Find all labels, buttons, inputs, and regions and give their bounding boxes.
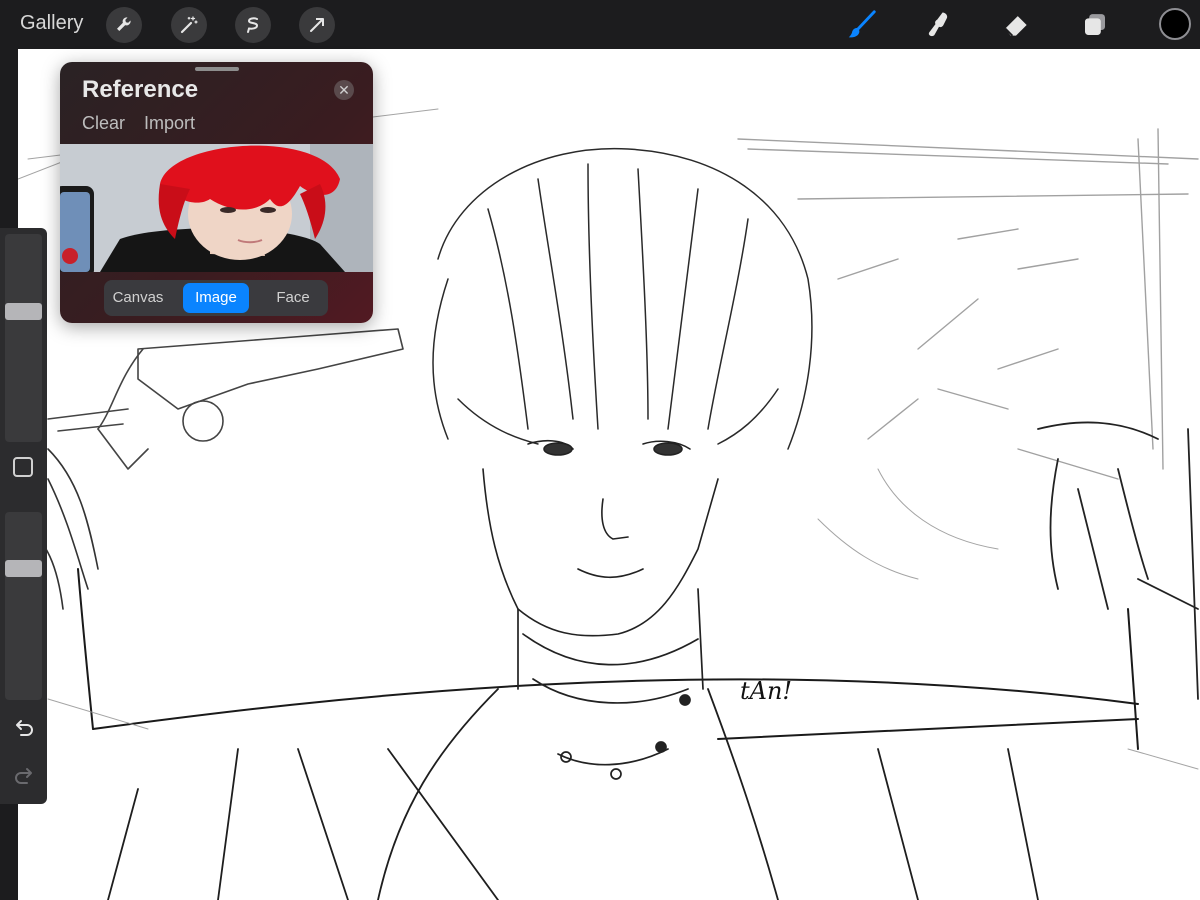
transform-arrow-icon [310, 18, 324, 32]
magic-wand-icon [180, 16, 198, 34]
top-toolbar: Gallery [0, 0, 1200, 49]
brush-size-thumb[interactable] [5, 302, 42, 320]
actions-button[interactable] [106, 7, 142, 43]
smudge-tool-button[interactable] [920, 6, 958, 44]
reference-panel: Reference ✕ Clear Import Canvas Image Fa… [60, 62, 373, 323]
close-icon: ✕ [338, 82, 350, 98]
undo-button[interactable] [12, 716, 36, 740]
eraser-icon [1004, 16, 1027, 37]
tab-canvas[interactable]: Canvas [105, 283, 171, 313]
import-button[interactable]: Import [144, 113, 195, 134]
redo-button[interactable] [12, 764, 36, 788]
close-button[interactable]: ✕ [334, 80, 354, 100]
transform-button[interactable] [299, 7, 335, 43]
panel-drag-handle[interactable] [195, 67, 239, 71]
brush-icon [848, 10, 876, 38]
tab-face[interactable]: Face [260, 283, 326, 313]
smudge-icon [928, 12, 948, 37]
reference-image [60, 144, 373, 272]
reference-mode-tabs: Canvas Image Face [104, 280, 328, 316]
color-picker-button[interactable] [1159, 8, 1191, 40]
eraser-tool-button[interactable] [997, 6, 1035, 44]
modify-button[interactable] [13, 457, 33, 477]
selection-icon [247, 17, 259, 33]
sidebar [0, 228, 47, 804]
selection-button[interactable] [235, 7, 271, 43]
layers-button[interactable] [1076, 6, 1114, 44]
opacity-slider[interactable] [5, 512, 42, 700]
layers-icon [1085, 14, 1105, 35]
undo-icon [16, 720, 33, 736]
tab-image[interactable]: Image [183, 283, 249, 313]
artist-signature: tAn! [740, 677, 792, 705]
brush-size-slider[interactable] [5, 234, 42, 442]
redo-icon [15, 768, 32, 784]
adjustments-button[interactable] [171, 7, 207, 43]
gallery-button[interactable]: Gallery [20, 12, 83, 35]
wrench-icon [117, 17, 131, 31]
clear-button[interactable]: Clear [82, 113, 125, 134]
opacity-thumb[interactable] [5, 559, 42, 577]
brush-tool-button[interactable] [843, 6, 881, 44]
panel-title: Reference [82, 76, 199, 103]
